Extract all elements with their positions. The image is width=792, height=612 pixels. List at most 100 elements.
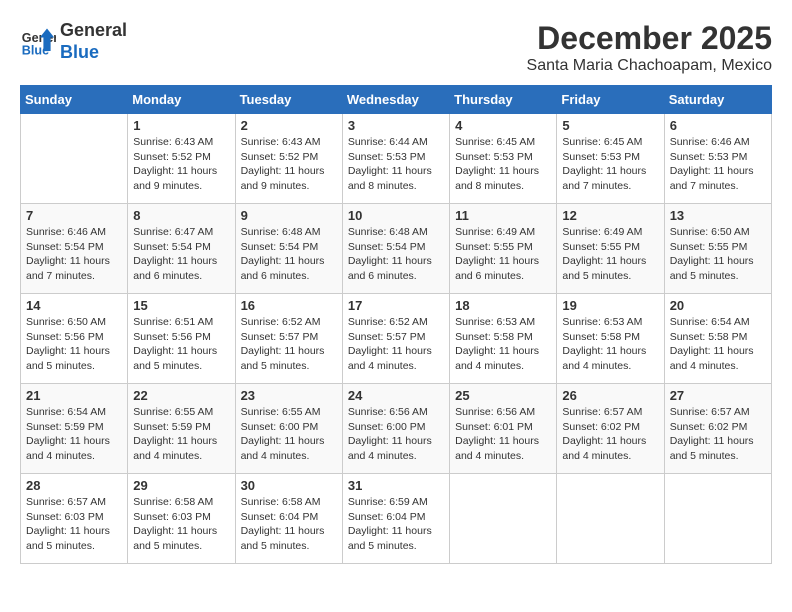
day-info: Sunrise: 6:55 AMSunset: 6:00 PMDaylight:…	[241, 405, 337, 464]
day-number: 1	[133, 118, 229, 133]
day-info: Sunrise: 6:48 AMSunset: 5:54 PMDaylight:…	[348, 225, 444, 284]
calendar-day-cell: 11 Sunrise: 6:49 AMSunset: 5:55 PMDayligh…	[450, 204, 557, 294]
day-number: 3	[348, 118, 444, 133]
day-number: 9	[241, 208, 337, 223]
calendar-day-cell: 3 Sunrise: 6:44 AMSunset: 5:53 PMDaylight…	[342, 114, 449, 204]
day-info: Sunrise: 6:45 AMSunset: 5:53 PMDaylight:…	[562, 135, 658, 194]
weekday-header-row: SundayMondayTuesdayWednesdayThursdayFrid…	[21, 86, 772, 114]
day-number: 8	[133, 208, 229, 223]
day-info: Sunrise: 6:43 AMSunset: 5:52 PMDaylight:…	[133, 135, 229, 194]
logo: General Blue General Blue	[20, 20, 127, 63]
empty-cell	[21, 114, 128, 204]
page-header: General Blue General Blue December 2025 …	[20, 20, 772, 75]
weekday-header-friday: Friday	[557, 86, 664, 114]
calendar-week-row: 1 Sunrise: 6:43 AMSunset: 5:52 PMDaylight…	[21, 114, 772, 204]
day-info: Sunrise: 6:50 AMSunset: 5:55 PMDaylight:…	[670, 225, 766, 284]
day-info: Sunrise: 6:55 AMSunset: 5:59 PMDaylight:…	[133, 405, 229, 464]
calendar-day-cell: 19Sunrise: 6:53 AMSunset: 5:58 PMDayligh…	[557, 294, 664, 384]
day-number: 18	[455, 298, 551, 313]
calendar-day-cell: 16Sunrise: 6:52 AMSunset: 5:57 PMDayligh…	[235, 294, 342, 384]
calendar-day-cell: 1 Sunrise: 6:43 AMSunset: 5:52 PMDaylight…	[128, 114, 235, 204]
calendar-day-cell: 29 Sunrise: 6:58 AMSunset: 6:03 PMDayligh…	[128, 474, 235, 564]
day-number: 5	[562, 118, 658, 133]
day-info: Sunrise: 6:44 AMSunset: 5:53 PMDaylight:…	[348, 135, 444, 194]
day-number: 4	[455, 118, 551, 133]
day-number: 23	[241, 388, 337, 403]
day-number: 7	[26, 208, 122, 223]
calendar-day-cell: 27 Sunrise: 6:57 AMSunset: 6:02 PMDayligh…	[664, 384, 771, 474]
calendar-day-cell: 12 Sunrise: 6:49 AMSunset: 5:55 PMDayligh…	[557, 204, 664, 294]
day-info: Sunrise: 6:54 AMSunset: 5:59 PMDaylight:…	[26, 405, 122, 464]
calendar-day-cell: 28Sunrise: 6:57 AMSunset: 6:03 PMDayligh…	[21, 474, 128, 564]
day-info: Sunrise: 6:50 AMSunset: 5:56 PMDaylight:…	[26, 315, 122, 374]
day-info: Sunrise: 6:56 AMSunset: 6:00 PMDaylight:…	[348, 405, 444, 464]
day-info: Sunrise: 6:54 AMSunset: 5:58 PMDaylight:…	[670, 315, 766, 374]
day-info: Sunrise: 6:53 AMSunset: 5:58 PMDaylight:…	[562, 315, 658, 374]
title-block: December 2025 Santa Maria Chachoapam, Me…	[527, 20, 772, 75]
calendar-day-cell: 7 Sunrise: 6:46 AMSunset: 5:54 PMDaylight…	[21, 204, 128, 294]
day-number: 20	[670, 298, 766, 313]
day-number: 27	[670, 388, 766, 403]
day-number: 21	[26, 388, 122, 403]
day-number: 29	[133, 478, 229, 493]
day-info: Sunrise: 6:52 AMSunset: 5:57 PMDaylight:…	[348, 315, 444, 374]
day-number: 14	[26, 298, 122, 313]
day-info: Sunrise: 6:59 AMSunset: 6:04 PMDaylight:…	[348, 495, 444, 554]
day-info: Sunrise: 6:57 AMSunset: 6:02 PMDaylight:…	[670, 405, 766, 464]
calendar-week-row: 21 Sunrise: 6:54 AMSunset: 5:59 PMDayligh…	[21, 384, 772, 474]
day-info: Sunrise: 6:46 AMSunset: 5:54 PMDaylight:…	[26, 225, 122, 284]
day-info: Sunrise: 6:57 AMSunset: 6:02 PMDaylight:…	[562, 405, 658, 464]
day-number: 2	[241, 118, 337, 133]
calendar-week-row: 28Sunrise: 6:57 AMSunset: 6:03 PMDayligh…	[21, 474, 772, 564]
day-number: 17	[348, 298, 444, 313]
day-number: 31	[348, 478, 444, 493]
calendar-day-cell: 13Sunrise: 6:50 AMSunset: 5:55 PMDayligh…	[664, 204, 771, 294]
day-info: Sunrise: 6:49 AMSunset: 5:55 PMDaylight:…	[455, 225, 551, 284]
day-number: 10	[348, 208, 444, 223]
day-info: Sunrise: 6:49 AMSunset: 5:55 PMDaylight:…	[562, 225, 658, 284]
calendar-day-cell: 23 Sunrise: 6:55 AMSunset: 6:00 PMDayligh…	[235, 384, 342, 474]
calendar-day-cell: 15Sunrise: 6:51 AMSunset: 5:56 PMDayligh…	[128, 294, 235, 384]
calendar-day-cell: 21 Sunrise: 6:54 AMSunset: 5:59 PMDayligh…	[21, 384, 128, 474]
calendar-day-cell: 25Sunrise: 6:56 AMSunset: 6:01 PMDayligh…	[450, 384, 557, 474]
calendar-day-cell: 6Sunrise: 6:46 AMSunset: 5:53 PMDaylight…	[664, 114, 771, 204]
calendar-day-cell: 2Sunrise: 6:43 AMSunset: 5:52 PMDaylight…	[235, 114, 342, 204]
weekday-header-thursday: Thursday	[450, 86, 557, 114]
logo-icon: General Blue	[20, 24, 56, 60]
calendar-day-cell: 18 Sunrise: 6:53 AMSunset: 5:58 PMDayligh…	[450, 294, 557, 384]
calendar-day-cell: 22 Sunrise: 6:55 AMSunset: 5:59 PMDayligh…	[128, 384, 235, 474]
day-info: Sunrise: 6:46 AMSunset: 5:53 PMDaylight:…	[670, 135, 766, 194]
calendar-day-cell: 26 Sunrise: 6:57 AMSunset: 6:02 PMDayligh…	[557, 384, 664, 474]
day-info: Sunrise: 6:58 AMSunset: 6:04 PMDaylight:…	[241, 495, 337, 554]
calendar-week-row: 7 Sunrise: 6:46 AMSunset: 5:54 PMDaylight…	[21, 204, 772, 294]
calendar-day-cell: 24 Sunrise: 6:56 AMSunset: 6:00 PMDayligh…	[342, 384, 449, 474]
day-info: Sunrise: 6:58 AMSunset: 6:03 PMDaylight:…	[133, 495, 229, 554]
day-number: 24	[348, 388, 444, 403]
day-number: 11	[455, 208, 551, 223]
day-number: 25	[455, 388, 551, 403]
day-number: 15	[133, 298, 229, 313]
day-number: 22	[133, 388, 229, 403]
weekday-header-wednesday: Wednesday	[342, 86, 449, 114]
empty-cell	[664, 474, 771, 564]
day-info: Sunrise: 6:53 AMSunset: 5:58 PMDaylight:…	[455, 315, 551, 374]
calendar-day-cell: 20 Sunrise: 6:54 AMSunset: 5:58 PMDayligh…	[664, 294, 771, 384]
logo-text: General Blue	[60, 20, 127, 63]
calendar-day-cell: 31 Sunrise: 6:59 AMSunset: 6:04 PMDayligh…	[342, 474, 449, 564]
calendar-day-cell: 4 Sunrise: 6:45 AMSunset: 5:53 PMDaylight…	[450, 114, 557, 204]
weekday-header-saturday: Saturday	[664, 86, 771, 114]
day-number: 12	[562, 208, 658, 223]
calendar-day-cell: 30Sunrise: 6:58 AMSunset: 6:04 PMDayligh…	[235, 474, 342, 564]
weekday-header-monday: Monday	[128, 86, 235, 114]
location-title: Santa Maria Chachoapam, Mexico	[527, 57, 772, 75]
weekday-header-sunday: Sunday	[21, 86, 128, 114]
calendar-table: SundayMondayTuesdayWednesdayThursdayFrid…	[20, 85, 772, 564]
day-number: 26	[562, 388, 658, 403]
day-info: Sunrise: 6:45 AMSunset: 5:53 PMDaylight:…	[455, 135, 551, 194]
calendar-day-cell: 17 Sunrise: 6:52 AMSunset: 5:57 PMDayligh…	[342, 294, 449, 384]
empty-cell	[557, 474, 664, 564]
day-info: Sunrise: 6:48 AMSunset: 5:54 PMDaylight:…	[241, 225, 337, 284]
empty-cell	[450, 474, 557, 564]
calendar-day-cell: 8Sunrise: 6:47 AMSunset: 5:54 PMDaylight…	[128, 204, 235, 294]
calendar-day-cell: 5 Sunrise: 6:45 AMSunset: 5:53 PMDaylight…	[557, 114, 664, 204]
